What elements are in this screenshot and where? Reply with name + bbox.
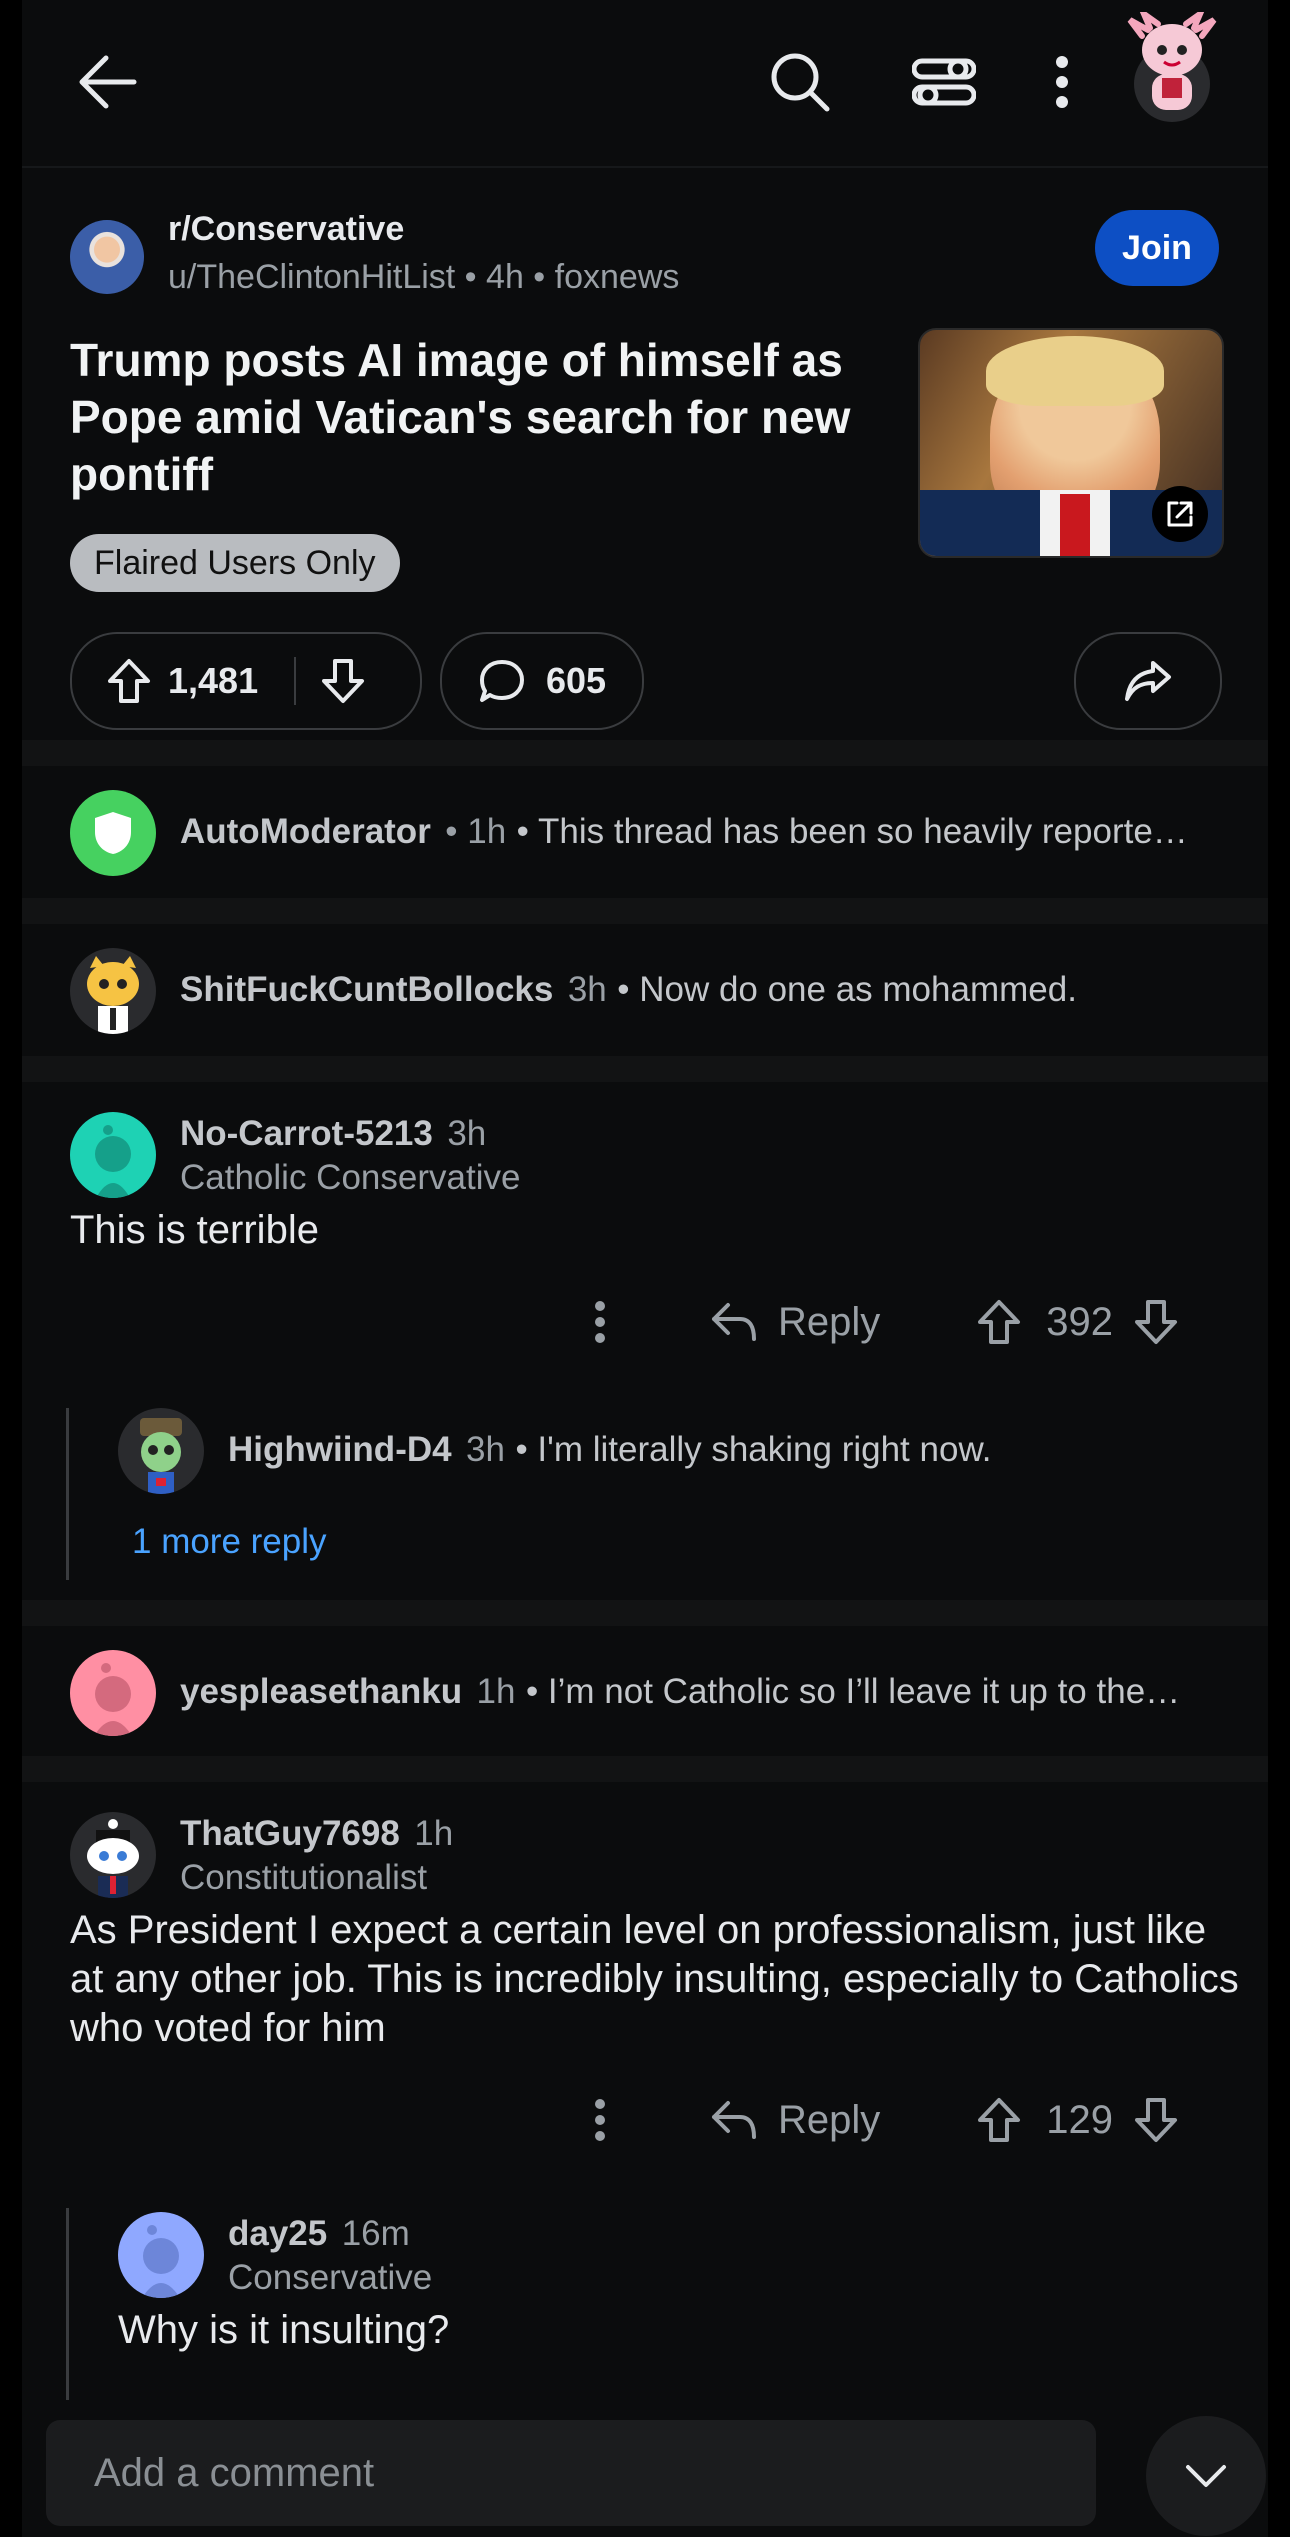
upvote-icon[interactable] bbox=[976, 1298, 1022, 1346]
user-avatar[interactable] bbox=[70, 1812, 156, 1898]
upvote-icon[interactable] bbox=[976, 2096, 1022, 2144]
sort-filter-icon[interactable] bbox=[906, 44, 982, 120]
post-card[interactable]: r/Conservative u/TheClintonHitList • 4h … bbox=[22, 168, 1268, 740]
reply-label: Reply bbox=[778, 1299, 881, 1344]
comment-header: ShitFuckCuntBollocks 3h • Now do one as … bbox=[180, 970, 1077, 1010]
user-flair: Conservative bbox=[228, 2258, 433, 2297]
reply-time: 3h bbox=[466, 1430, 505, 1469]
comment-header: AutoModerator • 1h • This thread has bee… bbox=[180, 812, 1188, 852]
add-comment-placeholder: Add a comment bbox=[94, 2450, 375, 2495]
comment-score: 392 bbox=[1046, 1299, 1114, 1344]
comment-score: 129 bbox=[1046, 2097, 1114, 2142]
comment-preview: • Now do one as mohammed. bbox=[617, 970, 1077, 1009]
post-thumbnail[interactable] bbox=[918, 328, 1224, 558]
comment-more-icon[interactable] bbox=[594, 2098, 606, 2142]
comment-actions: Reply 392 bbox=[594, 1282, 1179, 1362]
reply-time: 16m bbox=[341, 2214, 410, 2253]
comment-header: ThatGuy7698 1h bbox=[180, 1814, 453, 1854]
comment-author[interactable]: ThatGuy7698 bbox=[180, 1814, 400, 1853]
vote-divider bbox=[294, 657, 297, 705]
thumbnail-tie bbox=[1060, 494, 1090, 556]
comment-time: • 1h bbox=[445, 812, 507, 851]
top-bar bbox=[22, 0, 1268, 168]
reply-button[interactable]: Reply bbox=[710, 2098, 880, 2143]
reddit-post-screen: r/Conservative u/TheClintonHitList • 4h … bbox=[22, 0, 1268, 2537]
upvote-icon[interactable] bbox=[106, 657, 152, 705]
section-separator bbox=[22, 1600, 1268, 1626]
comment-thread: No-Carrot-5213 3h Catholic Conservative … bbox=[22, 1082, 1268, 1600]
comment-thread: ThatGuy7698 1h Constitutionalist As Pres… bbox=[22, 1782, 1268, 2412]
comment-time: 1h bbox=[476, 1672, 516, 1711]
user-avatar[interactable] bbox=[70, 1650, 156, 1736]
comment-actions: Reply 129 bbox=[594, 2080, 1179, 2160]
thumbnail-hair bbox=[986, 336, 1164, 406]
section-separator bbox=[22, 1756, 1268, 1782]
add-comment-input[interactable]: Add a comment bbox=[46, 2420, 1096, 2526]
comment-preview: • I’m not Catholic so I’ll leave it up t… bbox=[525, 1672, 1181, 1711]
comment-preview: • This thread has been so heavily report… bbox=[516, 812, 1188, 851]
comment-body: As President I expect a certain level on… bbox=[70, 1908, 1239, 2050]
reply-body: Why is it insulting? bbox=[118, 2308, 450, 2352]
user-avatar[interactable] bbox=[70, 948, 156, 1034]
comment-author[interactable]: AutoModerator bbox=[180, 812, 431, 851]
share-icon bbox=[1123, 659, 1173, 703]
comment-time: 1h bbox=[414, 1814, 454, 1853]
reply-label: Reply bbox=[778, 2097, 881, 2142]
user-flair: Constitutionalist bbox=[180, 1858, 428, 1897]
more-options-icon[interactable] bbox=[1042, 44, 1082, 120]
subreddit-name[interactable]: r/Conservative bbox=[168, 210, 404, 249]
user-flair: Catholic Conservative bbox=[180, 1158, 521, 1197]
comment-count: 605 bbox=[546, 660, 607, 701]
upvote-count: 1,481 bbox=[168, 660, 259, 701]
thread-line[interactable] bbox=[66, 2208, 69, 2400]
comment-icon bbox=[478, 658, 526, 704]
comment-time: 3h bbox=[567, 970, 607, 1009]
downvote-icon[interactable] bbox=[1133, 2096, 1179, 2144]
comment-header: yespleasethanku 1h • I’m not Catholic so… bbox=[180, 1672, 1180, 1712]
user-avatar[interactable] bbox=[70, 1112, 156, 1198]
post-flair: Flaired Users Only bbox=[70, 534, 400, 592]
section-separator bbox=[22, 740, 1268, 766]
comment-collapsed[interactable]: yespleasethanku 1h • I’m not Catholic so… bbox=[22, 1626, 1268, 1756]
chevron-down-icon bbox=[1186, 2465, 1226, 2487]
jump-to-next-button[interactable] bbox=[1146, 2416, 1266, 2536]
join-button[interactable]: Join bbox=[1095, 210, 1219, 286]
reply-header: Highwiind-D4 3h • I'm literally shaking … bbox=[228, 1430, 992, 1470]
comment-author[interactable]: ShitFuckCuntBollocks bbox=[180, 970, 553, 1009]
comment-author[interactable]: yespleasethanku bbox=[180, 1672, 462, 1711]
subreddit-avatar[interactable] bbox=[70, 220, 144, 294]
section-separator bbox=[22, 1056, 1268, 1082]
comment-header: No-Carrot-5213 3h bbox=[180, 1114, 486, 1154]
post-title[interactable]: Trump posts AI image of himself as Pope … bbox=[70, 332, 890, 503]
reply-header: day25 16m bbox=[228, 2214, 410, 2254]
comment-collapsed[interactable]: AutoModerator • 1h • This thread has bee… bbox=[22, 768, 1268, 898]
user-avatar[interactable] bbox=[118, 2212, 204, 2298]
downvote-icon[interactable] bbox=[320, 657, 366, 705]
post-meta: u/TheClintonHitList • 4h • foxnews bbox=[168, 258, 680, 296]
user-avatar[interactable] bbox=[118, 1408, 204, 1494]
downvote-icon[interactable] bbox=[1133, 1298, 1179, 1346]
reply-author[interactable]: day25 bbox=[228, 2214, 327, 2253]
comments-button[interactable]: 605 bbox=[440, 632, 644, 730]
more-replies-link[interactable]: 1 more reply bbox=[132, 1522, 327, 1562]
reply-preview: • I'm literally shaking right now. bbox=[515, 1430, 992, 1469]
reply-author[interactable]: Highwiind-D4 bbox=[228, 1430, 452, 1469]
automoderator-avatar[interactable] bbox=[70, 790, 156, 876]
comment-more-icon[interactable] bbox=[594, 1300, 606, 1344]
comment-collapsed[interactable]: ShitFuckCuntBollocks 3h • Now do one as … bbox=[22, 926, 1268, 1056]
external-link-icon bbox=[1152, 486, 1208, 542]
share-button[interactable] bbox=[1074, 632, 1222, 730]
reply-button[interactable]: Reply bbox=[710, 1300, 880, 1345]
section-separator bbox=[22, 898, 1268, 924]
comment-time: 3h bbox=[447, 1114, 487, 1153]
comment-author[interactable]: No-Carrot-5213 bbox=[180, 1114, 433, 1153]
thread-line[interactable] bbox=[66, 1408, 69, 1580]
back-arrow-icon[interactable] bbox=[70, 44, 146, 120]
vote-pill: 1,481 bbox=[70, 632, 422, 730]
search-icon[interactable] bbox=[762, 44, 838, 120]
user-avatar[interactable] bbox=[1122, 5, 1222, 122]
comment-body: This is terrible bbox=[70, 1208, 319, 1252]
